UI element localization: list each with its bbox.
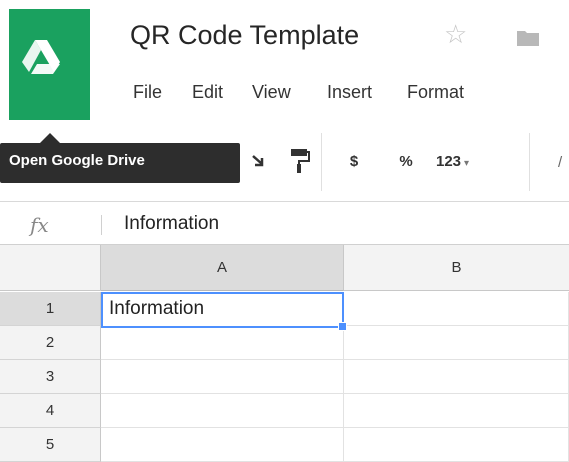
currency-format-button[interactable]: $: [344, 153, 364, 170]
fill-handle[interactable]: [338, 322, 347, 331]
cell-b3[interactable]: [344, 360, 569, 394]
select-all-corner[interactable]: [0, 245, 101, 291]
folder-icon[interactable]: [517, 30, 539, 46]
row-header-5[interactable]: 5: [0, 428, 101, 462]
cell-b4[interactable]: [344, 394, 569, 428]
cell-a4[interactable]: [101, 394, 344, 428]
function-icon: fx: [30, 213, 49, 237]
formula-input[interactable]: Information: [124, 213, 219, 235]
formula-bar: [0, 206, 569, 245]
chevron-down-icon: ▾: [464, 158, 470, 169]
menu-view[interactable]: View: [252, 82, 291, 103]
row-header-2[interactable]: 2: [0, 326, 101, 360]
tooltip-text: Open Google Drive: [9, 152, 145, 169]
percent-format-button[interactable]: %: [396, 153, 416, 170]
font-button-partial[interactable]: /: [558, 154, 562, 171]
row-header-3[interactable]: 3: [0, 360, 101, 394]
cell-a1-active[interactable]: Information: [101, 292, 344, 328]
cell-a2[interactable]: [101, 326, 344, 360]
cell-a3[interactable]: [101, 360, 344, 394]
row-header-1[interactable]: 1: [0, 292, 101, 326]
menu-insert[interactable]: Insert: [327, 82, 372, 103]
more-formats-label: 123: [436, 153, 462, 170]
column-header-b[interactable]: B: [344, 245, 569, 291]
document-title[interactable]: QR Code Template: [130, 20, 359, 51]
toolbar-separator: [529, 133, 530, 191]
paint-format-icon[interactable]: [290, 148, 310, 174]
row-header-4[interactable]: 4: [0, 394, 101, 428]
toolbar-separator: [321, 133, 322, 191]
cell-b2[interactable]: [344, 326, 569, 360]
redo-arrow-icon[interactable]: [252, 154, 266, 168]
formula-bar-separator: [101, 215, 102, 235]
menu-format[interactable]: Format: [407, 82, 464, 103]
cell-a5[interactable]: [101, 428, 344, 462]
more-formats-button[interactable]: 123 ▾: [436, 153, 486, 170]
tooltip-arrow: [40, 133, 60, 143]
cell-b5[interactable]: [344, 428, 569, 462]
menu-file[interactable]: File: [133, 82, 162, 103]
google-drive-logo-icon: [22, 40, 60, 74]
column-header-a[interactable]: A: [101, 245, 344, 291]
star-icon[interactable]: ☆: [444, 21, 467, 47]
cell-b1[interactable]: [344, 292, 569, 326]
menu-edit[interactable]: Edit: [192, 82, 223, 103]
